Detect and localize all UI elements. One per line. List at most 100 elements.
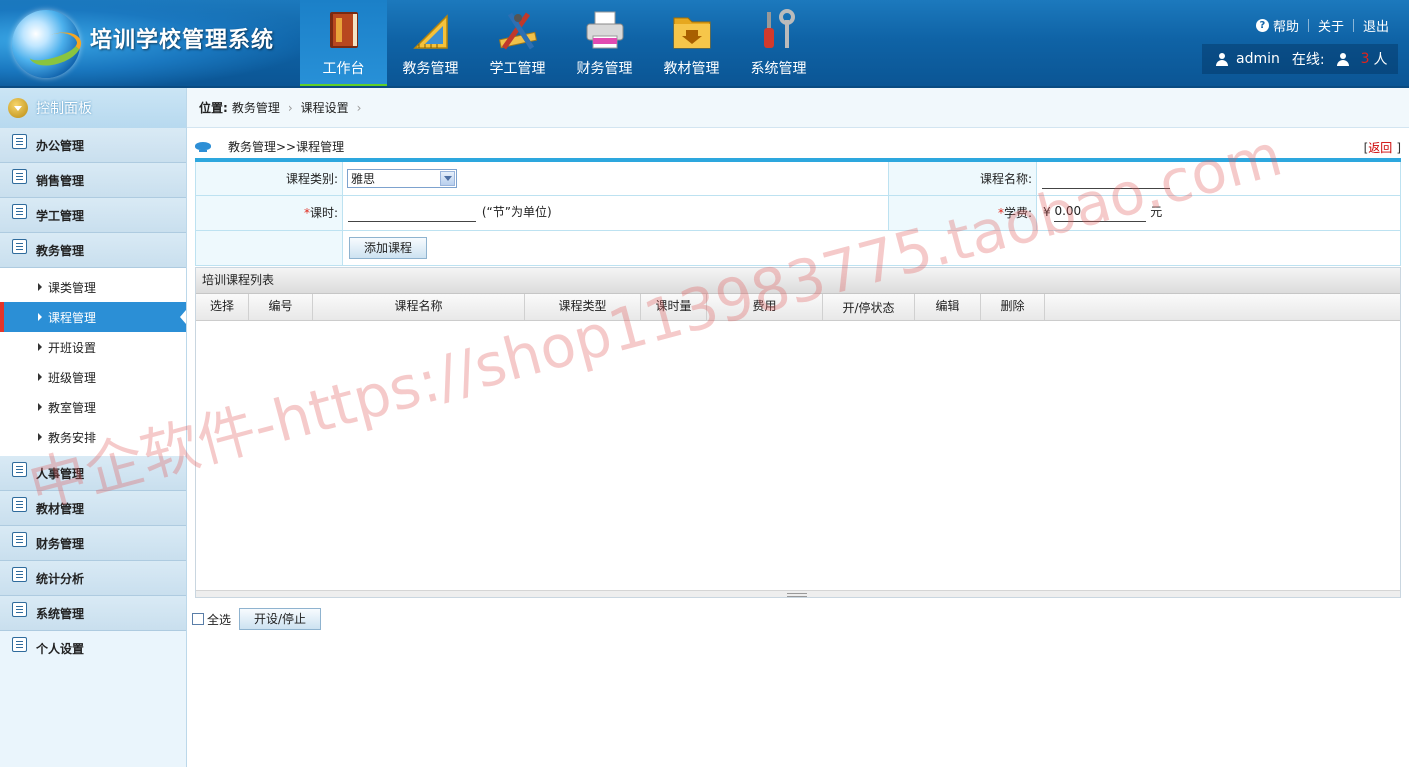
folder-download-icon — [673, 17, 711, 49]
app-title: 培训学校管理系统 — [90, 28, 275, 53]
nav-item-materials[interactable]: 教材管理 — [648, 0, 735, 88]
select-all-checkbox[interactable] — [192, 613, 204, 625]
nav-label: 工作台 — [322, 61, 365, 77]
sidebar-group-label: 办公管理 — [36, 138, 85, 153]
list-icon — [12, 637, 27, 652]
panel-title: 控制面板 — [36, 101, 92, 117]
column-header-select[interactable]: 选择 — [196, 294, 249, 320]
breadcrumb-item[interactable]: 教务管理 — [232, 99, 280, 116]
breadcrumb-item[interactable]: 课程设置 — [301, 99, 349, 116]
sidebar-group-office[interactable]: 办公管理 — [0, 128, 186, 163]
breadcrumb: 位置: 教务管理 › 课程设置 › — [187, 88, 1409, 128]
form-title-text: 教务管理>>课程管理 — [228, 140, 345, 154]
sidebar-group-sales[interactable]: 销售管理 — [0, 163, 186, 198]
category-select-value: 雅思 — [351, 171, 376, 186]
column-header-edit[interactable]: 编辑 — [915, 294, 981, 320]
sidebar-group-personal[interactable]: 个人设置 — [0, 631, 186, 666]
help-icon: ? — [1255, 19, 1269, 32]
ruler-icon — [413, 14, 448, 49]
sidebar-item-class-management[interactable]: 班级管理 — [0, 362, 186, 392]
nav-label: 财务管理 — [576, 61, 633, 77]
breadcrumb-separator-icon: › — [287, 100, 293, 115]
main-content: 位置: 教务管理 › 课程设置 › 教务管理>>课程管理 [返回] 课程类别: … — [187, 88, 1409, 767]
logo-area: 培训学校管理系统 — [0, 0, 300, 88]
column-header-fee[interactable]: 费用 — [707, 294, 823, 320]
sidebar-group-label: 系统管理 — [36, 606, 85, 621]
academic-submenu: 课类管理 课程管理 开班设置 班级管理 教室管理 教务安排 — [0, 268, 186, 456]
nav-item-system[interactable]: 系统管理 — [735, 0, 822, 88]
sidebar-item-label: 教务安排 — [48, 430, 97, 445]
form-title: 教务管理>>课程管理 — [195, 138, 344, 155]
grid-resize-handle[interactable] — [196, 590, 1400, 597]
online-user-icon — [1336, 52, 1349, 66]
toggle-status-button[interactable]: 开设/停止 — [239, 608, 322, 630]
sidebar-group-label: 教材管理 — [36, 501, 85, 516]
divider — [1352, 19, 1354, 32]
control-panel-header[interactable]: 控制面板 — [0, 88, 186, 128]
column-header-name[interactable]: 课程名称 — [313, 294, 525, 320]
hours-label-cell: *课时: — [195, 194, 343, 231]
nav-item-finance[interactable]: 财务管理 — [561, 0, 648, 88]
fee-input[interactable]: 0.00 — [1054, 204, 1147, 222]
sidebar-item-classroom[interactable]: 教室管理 — [0, 392, 186, 422]
title-marker-icon — [195, 141, 215, 152]
name-cell — [1036, 159, 1401, 196]
fee-unit: 元 — [1150, 205, 1163, 220]
column-header-id[interactable]: 编号 — [249, 294, 313, 320]
list-icon — [12, 496, 27, 512]
hours-hint: (“节”为单位) — [481, 205, 552, 220]
sidebar-group-hr[interactable]: 人事管理 — [0, 456, 186, 491]
sidebar-item-course-category[interactable]: 课类管理 — [0, 272, 186, 302]
hours-label: 课时: — [309, 206, 338, 220]
category-select[interactable]: 雅思 — [347, 168, 457, 188]
hours-input[interactable] — [348, 204, 476, 222]
list-icon — [12, 601, 27, 617]
logout-link[interactable]: 退出 — [1363, 16, 1389, 35]
sidebar-item-course-management[interactable]: 课程管理 — [0, 302, 186, 332]
top-links: ? 帮助 关于 退出 — [1255, 16, 1389, 35]
grid-header-row: 选择 编号 课程名称 课程类型 课时量 费用 开/停状态 编辑 删除 — [196, 294, 1400, 321]
column-header-delete[interactable]: 删除 — [981, 294, 1045, 320]
nav-item-student[interactable]: 学工管理 — [474, 0, 561, 88]
sidebar-item-class-setup[interactable]: 开班设置 — [0, 332, 186, 362]
sidebar-item-schedule[interactable]: 教务安排 — [0, 422, 186, 452]
course-name-input[interactable] — [1042, 171, 1170, 190]
sidebar-group-statistics[interactable]: 统计分析 — [0, 561, 186, 596]
empty-label-cell — [195, 229, 343, 266]
user-icon — [1216, 52, 1228, 66]
sidebar-group-academic[interactable]: 教务管理 — [0, 233, 186, 268]
sidebar-group-student[interactable]: 学工管理 — [0, 198, 186, 233]
nav-item-academic[interactable]: 教务管理 — [387, 0, 474, 88]
sidebar-group-materials[interactable]: 教材管理 — [0, 491, 186, 526]
add-course-button[interactable]: 添加课程 — [349, 236, 428, 259]
sidebar-group-label: 教务管理 — [36, 243, 85, 258]
top-header: 培训学校管理系统 工作台 教务管理 学工管理 财务管理 教材管理 系统管理 ? … — [0, 0, 1409, 88]
column-header-status[interactable]: 开/停状态 — [823, 294, 915, 320]
course-list-grid: 培训课程列表 选择 编号 课程名称 课程类型 课时量 费用 开/停状态 编辑 删… — [195, 267, 1401, 598]
hours-cell: (“节”为单位) — [342, 194, 889, 231]
chevron-down-icon — [440, 170, 455, 186]
back-link-wrap: [返回] — [1364, 139, 1401, 156]
list-icon — [12, 238, 27, 254]
name-label: 课程名称: — [888, 159, 1037, 196]
add-button-cell: 添加课程 — [342, 229, 1401, 266]
column-header-hours[interactable]: 课时量 — [641, 294, 707, 320]
sidebar-group-finance[interactable]: 财务管理 — [0, 526, 186, 561]
sidebar-group-label: 人事管理 — [36, 466, 85, 481]
nav-item-workbench[interactable]: 工作台 — [300, 0, 387, 88]
sidebar-item-label: 教室管理 — [48, 400, 97, 415]
tools-pencil-icon — [498, 12, 538, 50]
online-unit: 人 — [1373, 52, 1388, 68]
sidebar-group-system[interactable]: 系统管理 — [0, 596, 186, 631]
category-label: 课程类别: — [195, 159, 343, 196]
about-link[interactable]: 关于 — [1318, 16, 1344, 35]
nav-label: 教材管理 — [663, 61, 720, 77]
fee-label-cell: *学费: — [888, 194, 1037, 231]
nav-label: 系统管理 — [750, 61, 807, 77]
help-link[interactable]: 帮助 — [1273, 16, 1299, 35]
online-label: 在线: — [1291, 52, 1325, 68]
back-link[interactable]: 返回 — [1368, 141, 1392, 155]
divider — [1307, 19, 1309, 32]
column-header-type[interactable]: 课程类型 — [525, 294, 641, 320]
printer-icon — [586, 11, 624, 49]
